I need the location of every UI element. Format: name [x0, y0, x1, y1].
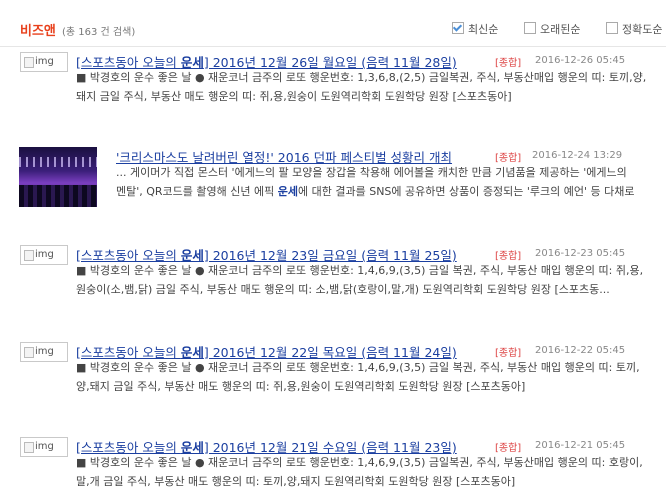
divider — [0, 46, 666, 47]
thumbnail-image[interactable]: img — [20, 52, 68, 72]
article-date: 2016-12-22 05:45 — [535, 345, 626, 356]
article-photo[interactable] — [19, 147, 97, 207]
sort-accuracy[interactable]: 정확도순 — [606, 21, 662, 37]
category-badge: [종합] — [495, 153, 522, 164]
category-badge: [종합] — [495, 443, 522, 454]
thumbnail-image[interactable]: img — [20, 245, 68, 265]
result-count: (총 163 건 검색) — [62, 27, 136, 38]
thumbnail-image[interactable]: img — [20, 342, 68, 362]
checkbox-icon[interactable] — [452, 22, 464, 34]
checkbox-icon[interactable] — [606, 22, 618, 34]
section-brand: 비즈앤 — [20, 24, 56, 39]
article-date: 2016-12-23 05:45 — [535, 248, 626, 259]
article-date: 2016-12-24 13:29 — [532, 150, 623, 161]
results-header: 비즈앤 (총 163 건 검색) 최신순 오래된순 정확도순 — [0, 18, 666, 40]
sort-oldest[interactable]: 오래된순 — [524, 21, 580, 37]
article-date: 2016-12-26 05:45 — [535, 55, 626, 66]
article-snippet: ■ 박경호의 운수 좋은 날 ● 재운코너 금주의 로또 행운번호: 1,4,6… — [76, 456, 643, 488]
article-snippet: ■ 박경호의 운수 좋은 날 ● 재운코너 금주의 로또 행운번호: 1,4,6… — [76, 361, 640, 393]
checkbox-icon[interactable] — [524, 22, 536, 34]
category-badge: [종합] — [495, 348, 522, 359]
article-snippet: ... 게이머가 직접 몬스터 '에게느의 팔 모양을 장갑을 착용해 에어볼을… — [116, 166, 635, 198]
category-badge: [종합] — [495, 251, 522, 262]
thumbnail-image[interactable]: img — [20, 437, 68, 457]
category-badge: [종합] — [495, 58, 522, 69]
sort-latest[interactable]: 최신순 — [452, 21, 498, 37]
article-snippet: ■ 박경호의 운수 좋은 날 ● 재운코너 금주의 로또 행운번호: 1,3,6… — [76, 71, 647, 103]
article-date: 2016-12-21 05:45 — [535, 440, 626, 451]
article-snippet: ■ 박경호의 운수 좋은 날 ● 재운코너 금주의 로또 행운번호: 1,4,6… — [76, 264, 644, 296]
